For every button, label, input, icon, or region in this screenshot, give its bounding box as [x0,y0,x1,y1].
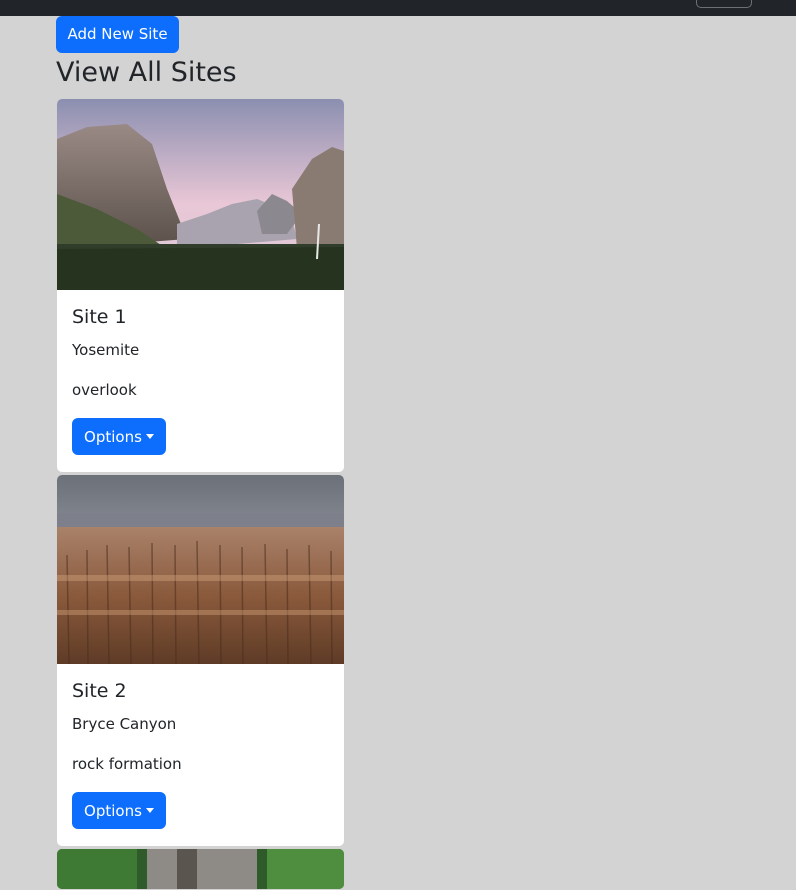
site-card: Site 1 Yosemite overlook Options [56,98,345,473]
caret-down-icon [145,433,154,439]
page-title: View All Sites [56,57,237,88]
site-location: Yosemite [72,341,140,359]
site-card: Site 2 Bryce Canyon rock formation Optio… [56,474,345,847]
site-title: Site 1 [72,306,127,328]
site-photo-bryce-canyon [57,475,344,664]
site-photo-yosemite [57,99,344,290]
site-photo [57,849,344,889]
caret-down-icon [145,807,154,813]
site-card [56,848,345,890]
options-dropdown-button[interactable]: Options [72,792,166,829]
options-dropdown-button[interactable]: Options [72,418,166,455]
navbar-toggle-button[interactable] [696,0,752,8]
add-new-site-button[interactable]: Add New Site [56,16,179,53]
site-location: Bryce Canyon [72,715,177,733]
options-label: Options [84,801,142,820]
top-navbar [0,0,796,16]
options-label: Options [84,427,142,446]
site-description: rock formation [72,755,182,773]
site-title: Site 2 [72,680,127,702]
site-description: overlook [72,381,137,399]
